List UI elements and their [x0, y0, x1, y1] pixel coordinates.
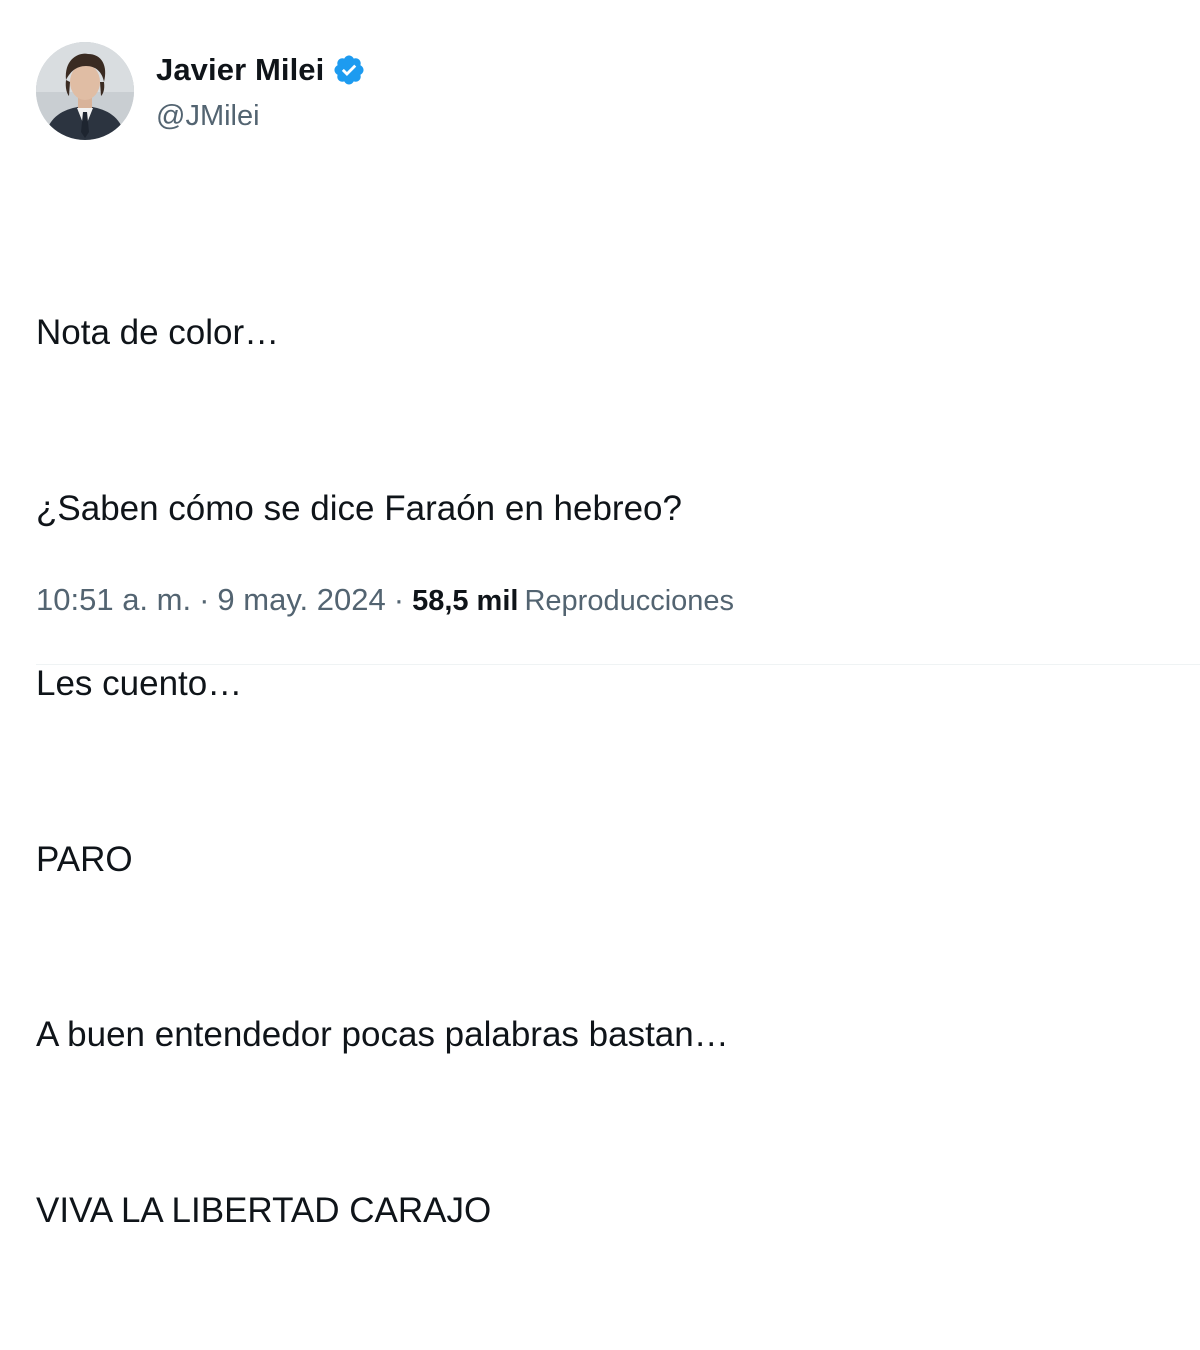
tweet-text: Nota de color… ¿Saben cómo se dice Faraó… [36, 187, 729, 1350]
display-name-row: Javier Milei [156, 50, 366, 90]
views-label: Reproducciones [524, 585, 735, 617]
tweet-time[interactable]: 10:51 a. m. [36, 582, 191, 618]
author-row: Javier Milei @JMilei [36, 42, 366, 140]
avatar-image [36, 42, 134, 140]
verified-badge-icon[interactable] [332, 53, 366, 87]
user-handle[interactable]: @JMilei [156, 100, 366, 133]
avatar[interactable] [36, 42, 134, 140]
tweet-text-line: VIVA LA LIBERTAD CARAJO [36, 1190, 492, 1230]
tweet-text-line: Nota de color… [36, 313, 280, 352]
tweet-meta: 10:51 a. m. · 9 may. 2024 · 58,5 mil Rep… [36, 582, 734, 618]
divider [36, 664, 1200, 665]
meta-separator: · [199, 582, 210, 617]
meta-separator: · [393, 582, 405, 617]
tweet-text-line: A buen entendedor pocas palabras bastan… [36, 1015, 729, 1054]
tweet-text-line: ¿Saben cómo se dice Faraón en hebreo? [36, 488, 682, 528]
views-count: 58,5 mil [412, 585, 519, 617]
tweet-card: Javier Milei @JMilei Nota de color… ¿Sab… [0, 0, 1200, 1230]
tweet-date[interactable]: 9 may. 2024 [217, 582, 385, 618]
author-names: Javier Milei @JMilei [156, 50, 366, 133]
display-name[interactable]: Javier Milei [156, 52, 324, 88]
tweet-text-line: PARO [36, 839, 133, 879]
